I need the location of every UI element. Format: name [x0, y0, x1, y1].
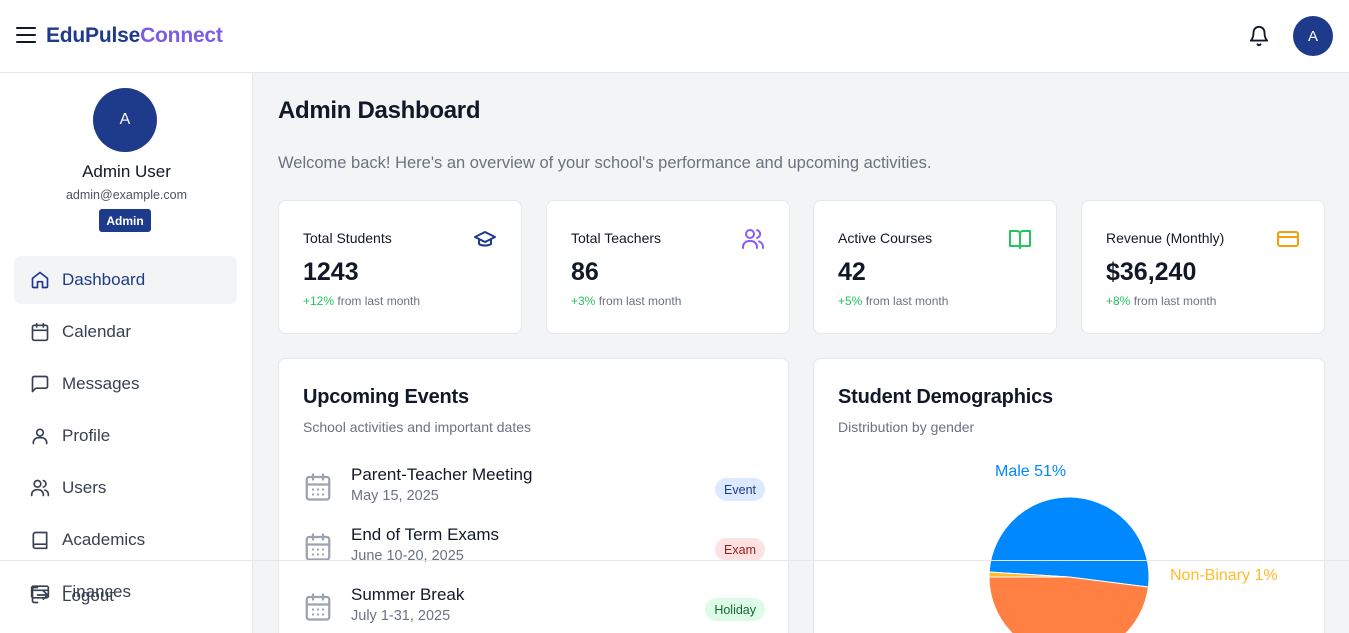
footer-divider — [0, 560, 1349, 561]
user-icon — [32, 428, 48, 445]
stat-change-suffix: from last month — [595, 294, 682, 308]
top-bar: EduPulseConnect A — [0, 0, 1349, 73]
logo-part-1: EduPulse — [46, 24, 141, 47]
stat-change: +8% from last month — [1106, 294, 1216, 308]
bell-icon[interactable] — [1248, 25, 1270, 47]
gender-pie-chart — [988, 496, 1150, 633]
sidebar-item-academics[interactable]: Academics — [14, 516, 237, 564]
credit-card-icon — [1277, 231, 1299, 247]
event-item[interactable]: Summer Break July 1-31, 2025 Holiday — [303, 585, 765, 633]
profile-email: admin@example.com — [65, 188, 188, 202]
page-subtitle: Welcome back! Here's an overview of your… — [278, 154, 932, 172]
stat-change: +12% from last month — [303, 294, 420, 308]
user-avatar[interactable]: A — [1293, 16, 1333, 56]
menu-icon[interactable] — [16, 27, 36, 43]
stat-label: Total Students — [303, 230, 392, 246]
pie-slice-female[interactable] — [988, 576, 1149, 633]
sidebar-item-dashboard[interactable]: Dashboard — [14, 256, 237, 304]
logout-button[interactable]: Logout — [14, 573, 237, 621]
profile-name: Admin User — [82, 162, 171, 181]
logo-part-2: Connect — [140, 24, 223, 47]
stat-change: +3% from last month — [571, 294, 681, 308]
page-title: Admin Dashboard — [278, 97, 481, 124]
logout-icon — [31, 586, 49, 604]
event-item[interactable]: End of Term Exams June 10-20, 2025 Exam — [303, 525, 765, 575]
stat-change-value: +3% — [571, 294, 596, 308]
event-title: Parent-Teacher Meeting — [351, 465, 533, 484]
panel-subtitle: School activities and important dates — [303, 419, 532, 435]
event-date: May 15, 2025 — [351, 488, 439, 504]
stat-change-value: +5% — [838, 294, 863, 308]
stat-label: Total Teachers — [571, 230, 662, 246]
stat-card-courses: Active Courses 42 +5% from last month — [813, 200, 1057, 334]
sidebar-item-calendar[interactable]: Calendar — [14, 308, 237, 356]
stat-change-suffix: from last month — [862, 294, 949, 308]
sidebar-item-label: Profile — [62, 426, 111, 445]
message-icon — [31, 375, 49, 393]
event-tag: Holiday — [705, 598, 765, 621]
graduation-cap-icon — [474, 231, 496, 247]
home-icon — [31, 271, 49, 289]
event-title: End of Term Exams — [351, 525, 500, 544]
stat-change-suffix: from last month — [334, 294, 421, 308]
event-date: June 10-20, 2025 — [351, 548, 464, 564]
event-item[interactable]: Parent-Teacher Meeting May 15, 2025 Even… — [303, 465, 765, 515]
sidebar: A Admin User admin@example.com Admin Das… — [0, 73, 253, 633]
sidebar-item-label: Messages — [62, 374, 140, 393]
app-logo[interactable]: EduPulseConnect — [46, 24, 223, 48]
stat-card-students: Total Students 1243 +12% from last month — [278, 200, 522, 334]
stat-label: Active Courses — [838, 230, 933, 246]
stat-value: 1243 — [303, 258, 359, 286]
demographics-panel: Student Demographics Distribution by gen… — [813, 358, 1325, 633]
event-tag: Exam — [715, 538, 765, 561]
stat-change-value: +8% — [1106, 294, 1131, 308]
sidebar-item-label: Dashboard — [62, 270, 146, 289]
stat-value: 86 — [571, 258, 599, 286]
sidebar-item-messages[interactable]: Messages — [14, 360, 237, 408]
sidebar-item-label: Calendar — [62, 322, 131, 341]
stat-value: 42 — [838, 258, 866, 286]
calendar-icon — [305, 593, 331, 621]
calendar-icon — [31, 322, 49, 342]
users-icon — [30, 479, 50, 497]
sidebar-item-profile[interactable]: Profile — [14, 412, 237, 460]
book-icon — [32, 531, 48, 550]
stat-change: +5% from last month — [838, 294, 948, 308]
profile-avatar: A — [93, 88, 157, 152]
book-open-icon — [1009, 230, 1031, 249]
event-date: July 1-31, 2025 — [351, 608, 451, 624]
stat-card-teachers: Total Teachers 86 +3% from last month — [546, 200, 790, 334]
event-tag: Event — [715, 478, 765, 501]
calendar-icon — [305, 533, 331, 561]
role-badge: Admin — [99, 209, 151, 232]
stat-card-revenue: Revenue (Monthly) $36,240 +8% from last … — [1081, 200, 1325, 334]
event-title: Summer Break — [351, 585, 465, 604]
panel-title: Upcoming Events — [303, 386, 469, 408]
sidebar-item-users[interactable]: Users — [14, 464, 237, 512]
stat-value: $36,240 — [1106, 258, 1197, 286]
stat-change-value: +12% — [303, 294, 335, 308]
upcoming-events-panel: Upcoming Events School activities and im… — [278, 358, 789, 633]
stat-change-suffix: from last month — [1130, 294, 1217, 308]
users-icon — [742, 229, 764, 249]
pie-label-male: Male 51% — [995, 463, 1067, 480]
logout-label: Logout — [62, 586, 114, 605]
sidebar-item-label: Users — [62, 478, 107, 497]
pie-label-nonbinary: Non-Binary 1% — [1170, 567, 1278, 584]
sidebar-item-label: Academics — [62, 530, 146, 549]
calendar-icon — [305, 473, 331, 501]
stat-label: Revenue (Monthly) — [1106, 230, 1225, 246]
